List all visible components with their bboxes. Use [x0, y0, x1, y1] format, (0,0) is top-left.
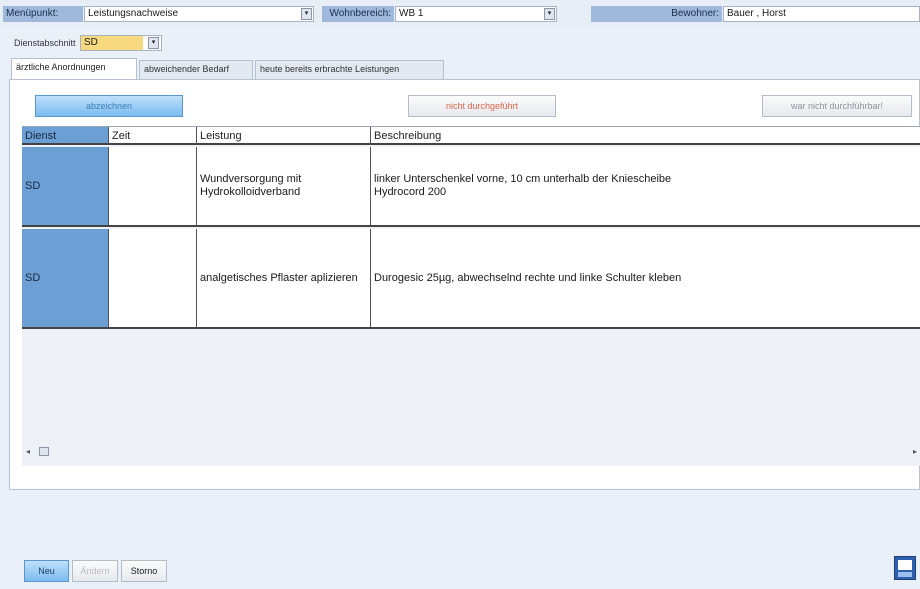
shift-select-value: SD [81, 36, 143, 50]
resident-select-value: Bauer , Horst [727, 8, 786, 19]
window-icon[interactable] [894, 556, 916, 580]
cell-dienst: SD [22, 229, 109, 327]
cell-leistung: analgetisches Pflaster aplizieren [197, 229, 371, 327]
app-window: Menüpunkt: Leistungsnachweise ▾ Wohnbere… [0, 0, 920, 589]
new-button[interactable]: Neu [24, 560, 69, 582]
scroll-thumb[interactable] [39, 447, 49, 456]
cell-zeit [109, 229, 197, 327]
column-header-dienst[interactable]: Dienst [22, 127, 109, 145]
cell-dienst: SD [22, 147, 109, 225]
menu-select-value: Leistungsnachweise [88, 8, 179, 19]
chevron-down-icon[interactable]: ▾ [301, 8, 312, 20]
cancel-button[interactable]: Storno [121, 560, 167, 582]
table-row[interactable]: SD Wundversorgung mit Hydrokolloidverban… [22, 147, 920, 227]
description-line: linker Unterschenkel vorne, 10 cm unterh… [374, 173, 672, 185]
cell-leistung: Wundversorgung mit Hydrokolloidverband [197, 147, 371, 225]
change-button[interactable]: Ändern [72, 560, 118, 582]
sign-off-button[interactable]: abzeichnen [35, 95, 183, 117]
column-header-leistung[interactable]: Leistung [197, 127, 371, 145]
area-select[interactable]: WB 1 ▾ [395, 6, 557, 22]
content-panel: abzeichnen nicht durchgeführt war nicht … [9, 79, 920, 490]
description-line: Durogesic 25µg, abwechselnd rechte und l… [374, 271, 682, 284]
tab-abweichender-bedarf[interactable]: abweichender Bedarf [139, 60, 253, 79]
resident-label: Bewohner: [591, 6, 722, 22]
menu-label: Menüpunkt: [3, 6, 83, 22]
menu-select[interactable]: Leistungsnachweise ▾ [84, 6, 314, 22]
area-label: Wohnbereich: [322, 6, 394, 22]
tab-erbrachte-leistungen[interactable]: heute bereits erbrachte Leistungen [255, 60, 444, 79]
chevron-down-icon[interactable]: ▾ [148, 37, 159, 49]
not-done-button[interactable]: nicht durchgeführt [408, 95, 556, 117]
services-grid: Dienst Zeit Leistung Beschreibung SD Wun… [22, 126, 920, 466]
window-icon-bar [898, 572, 912, 577]
scroll-left-icon[interactable]: ◂ [26, 447, 30, 456]
horizontal-scrollbar[interactable]: ◂ ▸ [22, 445, 920, 459]
cell-zeit [109, 147, 197, 225]
chevron-down-icon[interactable]: ▾ [544, 8, 555, 20]
area-select-value: WB 1 [399, 8, 424, 19]
shift-row: Dienstabschnitt SD ▾ [0, 35, 300, 51]
resident-select[interactable]: Bauer , Horst [723, 6, 920, 22]
shift-select[interactable]: SD ▾ [80, 35, 162, 51]
window-icon-pane [898, 560, 912, 570]
column-header-beschreibung[interactable]: Beschreibung [371, 127, 920, 145]
column-header-zeit[interactable]: Zeit [109, 127, 197, 145]
table-row[interactable]: SD analgetisches Pflaster aplizieren Dur… [22, 229, 920, 329]
cell-beschreibung: linker Unterschenkel vorne, 10 cm unterh… [371, 147, 920, 225]
not-feasible-button[interactable]: war nicht durchführbar! [762, 95, 912, 117]
description-line: Hydrocord 200 [374, 186, 447, 198]
top-bar: Menüpunkt: Leistungsnachweise ▾ Wohnbere… [0, 0, 920, 28]
tab-aerztliche-anordnungen[interactable]: ärztliche Anordnungen [11, 58, 137, 79]
cell-beschreibung: Durogesic 25µg, abwechselnd rechte und l… [371, 229, 920, 327]
shift-label: Dienstabschnitt [14, 38, 76, 48]
scroll-right-icon[interactable]: ▸ [913, 447, 917, 456]
